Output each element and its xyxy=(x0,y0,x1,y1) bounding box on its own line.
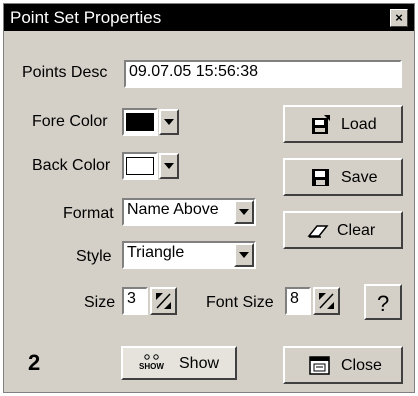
show-icon-text: SHOW xyxy=(139,362,164,371)
back-color-swatch xyxy=(126,157,154,175)
font-size-value: 8 xyxy=(290,290,299,307)
fore-color-swatch xyxy=(126,113,154,131)
load-icon xyxy=(312,115,330,134)
font-size-label: Font Size xyxy=(206,294,274,311)
font-size-input[interactable]: 8 xyxy=(285,287,311,315)
style-value: Triangle xyxy=(127,244,185,261)
format-dropdown-arrow-icon[interactable] xyxy=(234,200,254,224)
format-select[interactable]: Name Above xyxy=(122,198,256,226)
show-button-label: Show xyxy=(179,355,220,372)
points-desc-input[interactable]: 09.07.05 15:56:38 xyxy=(124,60,402,88)
point-set-properties-dialog: Point Set Properties × Points Desc 09.07… xyxy=(3,3,415,393)
close-icon xyxy=(309,356,330,375)
load-button[interactable]: Load xyxy=(283,105,403,143)
eraser-icon xyxy=(307,225,329,238)
fore-color-picker[interactable] xyxy=(122,108,180,136)
spin-arrows-icon xyxy=(156,293,171,309)
show-button[interactable]: SHOW Show xyxy=(121,346,237,380)
back-color-swatch-frame xyxy=(122,152,158,180)
clear-button-label: Clear xyxy=(337,222,376,239)
window-close-button[interactable]: × xyxy=(390,9,408,27)
close-button-label: Close xyxy=(341,357,382,374)
save-button[interactable]: Save xyxy=(283,158,403,196)
fore-color-dropdown-arrow-icon[interactable] xyxy=(159,109,179,135)
size-spin-button[interactable] xyxy=(150,287,177,315)
save-button-label: Save xyxy=(341,169,378,186)
size-value: 3 xyxy=(127,290,136,307)
size-input[interactable]: 3 xyxy=(122,287,148,315)
points-desc-label: Points Desc xyxy=(22,64,108,81)
help-button-label: ? xyxy=(377,291,390,316)
size-label: Size xyxy=(84,294,116,311)
save-icon xyxy=(312,169,329,186)
close-button[interactable]: Close xyxy=(283,346,403,384)
window-title: Point Set Properties xyxy=(10,8,162,27)
load-button-label: Load xyxy=(341,116,377,133)
format-value: Name Above xyxy=(127,201,219,218)
clear-button[interactable]: Clear xyxy=(283,211,403,249)
help-button[interactable]: ? xyxy=(364,284,402,320)
back-color-dropdown-arrow-icon[interactable] xyxy=(159,153,179,179)
font-size-spin-button[interactable] xyxy=(313,287,340,315)
show-points-icon: SHOW xyxy=(139,352,165,374)
points-desc-value: 09.07.05 15:56:38 xyxy=(129,63,259,80)
spin-arrows-icon xyxy=(319,293,334,309)
style-dropdown-arrow-icon[interactable] xyxy=(234,243,254,267)
point-count: 2 xyxy=(28,350,41,375)
style-label: Style xyxy=(76,248,112,265)
fore-color-label: Fore Color xyxy=(32,113,108,130)
fore-color-swatch-frame xyxy=(122,108,158,136)
back-color-picker[interactable] xyxy=(122,152,180,180)
style-select[interactable]: Triangle xyxy=(122,241,256,269)
format-label: Format xyxy=(63,205,114,222)
title-bar[interactable]: Point Set Properties × xyxy=(4,4,414,31)
back-color-label: Back Color xyxy=(32,157,111,174)
